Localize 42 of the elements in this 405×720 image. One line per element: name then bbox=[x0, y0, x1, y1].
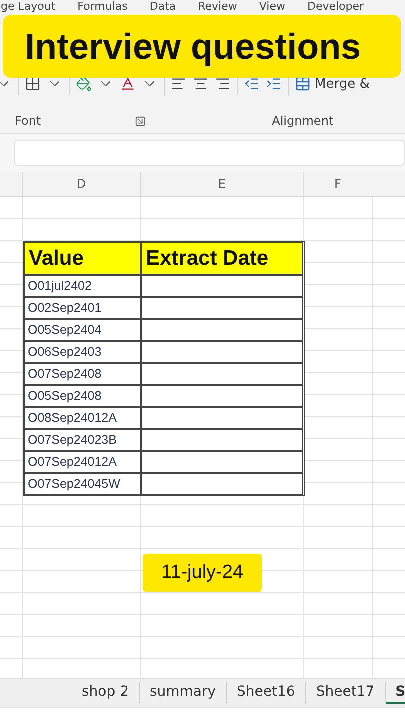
column-header[interactable]: F bbox=[303, 172, 372, 196]
table-cell: O07Sep24012A bbox=[24, 451, 141, 473]
ribbon-tab[interactable]: ge Layout bbox=[1, 0, 56, 14]
column-header[interactable]: D bbox=[22, 172, 140, 196]
table-cell: O07Sep2408 bbox=[24, 363, 141, 385]
table-cell: O05Sep2408 bbox=[24, 385, 141, 407]
ribbon-tab[interactable]: Data bbox=[150, 0, 176, 14]
indent-increase-icon[interactable] bbox=[266, 76, 282, 92]
title-banner: Interview questions bbox=[3, 15, 401, 78]
dialog-launcher-icon[interactable] bbox=[135, 116, 146, 126]
header-cell: Value bbox=[24, 242, 141, 275]
align-left-icon[interactable] bbox=[171, 76, 187, 92]
ribbon-tab[interactable]: View bbox=[259, 0, 286, 14]
sheet-tab[interactable]: shop 2 bbox=[72, 682, 140, 704]
table-cell: O08Sep24012A bbox=[24, 407, 141, 429]
align-center-icon[interactable] bbox=[193, 76, 209, 92]
merge-cells-icon bbox=[295, 76, 311, 92]
sheet-tab[interactable]: summary bbox=[140, 682, 228, 704]
group-label: Alignment bbox=[272, 114, 334, 128]
sheet-tab[interactable]: Sheet17 bbox=[306, 682, 386, 704]
group-label: Font bbox=[15, 114, 42, 128]
ribbon-tab[interactable]: Review bbox=[198, 0, 238, 14]
table-cell: O06Sep2403 bbox=[24, 341, 141, 363]
formula-bar-field[interactable] bbox=[14, 140, 405, 166]
indent-decrease-icon[interactable] bbox=[244, 76, 260, 92]
merge-button[interactable]: Merge & bbox=[295, 76, 370, 92]
table-cell: O02Sep2401 bbox=[24, 297, 141, 319]
borders-icon[interactable] bbox=[25, 76, 41, 92]
date-label: 11-july-24 bbox=[143, 554, 262, 592]
sheet-tab[interactable]: Sheet16 bbox=[227, 682, 306, 704]
column-header[interactable]: E bbox=[140, 172, 303, 196]
ribbon-tab[interactable]: Developer bbox=[307, 0, 364, 14]
table-cell: O05Sep2404 bbox=[24, 319, 141, 341]
font-color-icon[interactable] bbox=[120, 76, 136, 92]
sheet-tab[interactable]: S bbox=[386, 682, 405, 704]
paint-bucket-icon[interactable] bbox=[76, 76, 92, 92]
table-cell: O07Sep24045W bbox=[24, 473, 141, 495]
table-cell: O07Sep24023B bbox=[24, 429, 141, 451]
table-cell: O01jul2402 bbox=[24, 275, 141, 297]
header-cell: Extract Date bbox=[141, 242, 303, 275]
ribbon-tab[interactable]: Formulas bbox=[78, 0, 128, 14]
align-right-icon[interactable] bbox=[215, 76, 231, 92]
